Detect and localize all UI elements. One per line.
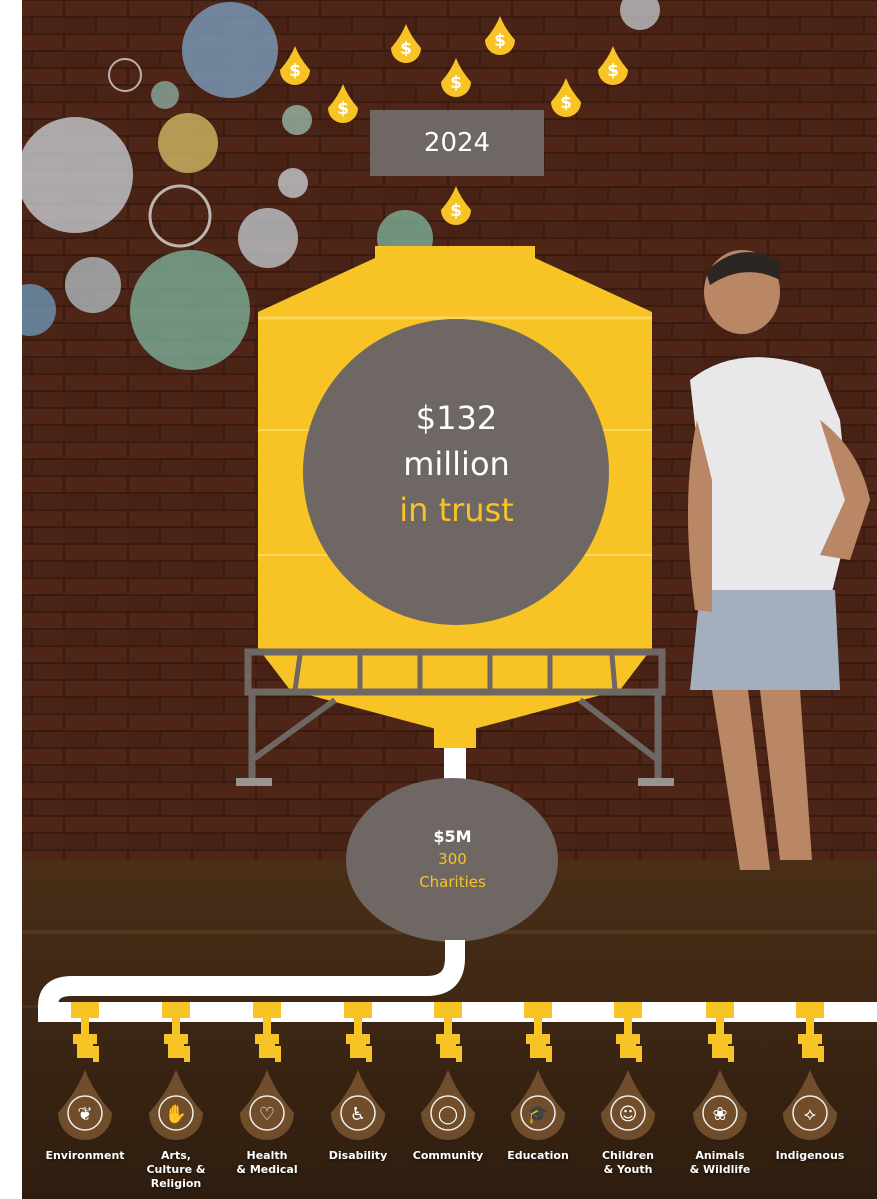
category-label: Disability — [328, 1149, 388, 1162]
year-label: 2024 — [370, 110, 544, 176]
distribution-label: Charities — [419, 873, 486, 891]
infographic: $ $ $ $ $ $ $ $ ❦ ✋ ♡ ♿ ◯ 🎓 ☺ ❀ ⟡ 2024 $… — [0, 0, 877, 1199]
trust-label: in trust — [399, 491, 514, 529]
community-circle-icon: ◯ — [438, 1104, 458, 1125]
children-icon: ☺ — [619, 1104, 638, 1125]
coin-symbol: $ — [494, 31, 506, 51]
wheelchair-icon: ♿ — [350, 1104, 366, 1125]
trust-amount: $132 — [415, 399, 498, 437]
category-label: Community — [412, 1149, 484, 1162]
distribution-count: 300 — [438, 850, 467, 868]
trust-unit: million — [403, 445, 510, 483]
graduation-cap-icon: 🎓 — [527, 1104, 549, 1125]
category-label: Environment — [45, 1149, 125, 1162]
category-label: Education — [507, 1149, 569, 1162]
trust-summary: $132 million in trust — [303, 395, 610, 533]
coin-symbol: $ — [450, 201, 462, 221]
coin-symbol: $ — [289, 61, 301, 81]
category-drops: ❦ ✋ ♡ ♿ ◯ 🎓 ☺ ❀ ⟡ — [58, 1069, 837, 1140]
boomerang-icon: ⟡ — [804, 1104, 816, 1125]
coin-symbol: $ — [450, 73, 462, 93]
coin-symbol: $ — [560, 93, 572, 113]
sprout-icon: ❦ — [77, 1104, 92, 1125]
background-scene: $ $ $ $ $ $ $ $ ❦ ✋ ♡ ♿ ◯ 🎓 ☺ ❀ ⟡ — [0, 0, 877, 1199]
praying-hands-icon: ✋ — [165, 1103, 187, 1125]
paw-icon: ❀ — [712, 1104, 727, 1125]
coin-symbol: $ — [337, 99, 349, 119]
coin-symbol: $ — [607, 61, 619, 81]
category-label: Arts, Culture & Religion — [146, 1149, 206, 1190]
heart-cross-icon: ♡ — [259, 1104, 275, 1125]
distribution-summary: $5M 300 Charities — [345, 825, 560, 894]
category-label: Health & Medical — [236, 1149, 298, 1176]
category-label: Indigenous — [775, 1149, 845, 1162]
coin-symbol: $ — [400, 39, 412, 59]
distribution-amount: $5M — [433, 827, 472, 846]
category-label: Animals & Wildlife — [689, 1149, 751, 1176]
category-label: Children & Youth — [601, 1149, 655, 1176]
